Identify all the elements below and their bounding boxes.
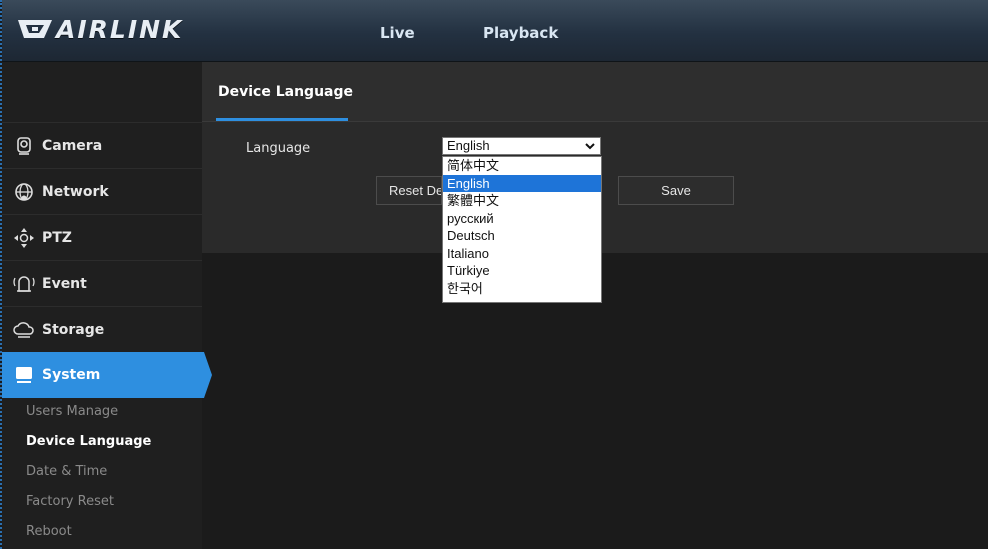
system-monitor-icon [12, 363, 36, 387]
language-option-german[interactable]: Deutsch [443, 227, 601, 245]
sidebar-item-ptz[interactable]: PTZ [2, 214, 202, 260]
language-label: Language [246, 141, 311, 156]
language-option-simplified-chinese[interactable]: 简体中文 [443, 157, 601, 175]
submenu-users-manage[interactable]: Users Manage [26, 404, 118, 419]
save-button[interactable]: Save [618, 176, 734, 205]
language-option-korean[interactable]: 한국어 [443, 280, 601, 298]
sidebar-item-label: Camera [42, 137, 103, 154]
submenu-device-language[interactable]: Device Language [26, 434, 151, 449]
sidebar-item-storage[interactable]: Storage [2, 306, 202, 352]
reset-default-button[interactable]: Reset De [376, 176, 442, 205]
sidebar-item-label: Storage [42, 321, 105, 338]
sidebar-item-label: Network [42, 183, 109, 200]
ptz-direction-icon [12, 226, 36, 250]
network-globe-icon [12, 180, 36, 204]
tab-live[interactable]: Live [380, 24, 415, 42]
page-title: Device Language [218, 84, 353, 100]
chevron-down-icon [585, 143, 595, 150]
sidebar-item-system[interactable]: System [2, 352, 212, 398]
sidebar-item-label: PTZ [42, 229, 72, 246]
language-option-english[interactable]: English [443, 174, 601, 192]
language-option-russian[interactable]: русский [443, 210, 601, 228]
language-select[interactable]: English [442, 137, 601, 155]
app-window: AIRLINK Live Playback Camera Network PTZ [0, 0, 988, 549]
tab-playback[interactable]: Playback [483, 24, 558, 42]
title-underline [216, 118, 348, 121]
language-select-value: English [447, 138, 490, 153]
sidebar: Camera Network PTZ Event Storage System … [2, 62, 212, 549]
language-dropdown-list: 简体中文 English 繁體中文 русский Deutsch Italia… [442, 156, 602, 303]
storage-cloud-icon [12, 318, 36, 342]
submenu-reboot[interactable]: Reboot [26, 524, 72, 539]
save-label: Save [661, 183, 691, 198]
reset-default-label: Reset De [389, 183, 442, 198]
top-header: AIRLINK Live Playback [2, 0, 988, 62]
sidebar-item-camera[interactable]: Camera [2, 122, 202, 168]
content-header: Device Language [202, 62, 988, 122]
sidebar-item-label: System [42, 367, 101, 383]
airlink-logo: AIRLINK [18, 14, 183, 44]
event-alarm-icon [12, 272, 36, 296]
submenu-date-time[interactable]: Date & Time [26, 464, 107, 479]
logo-text: AIRLINK [56, 14, 184, 44]
sidebar-item-label: Event [42, 275, 87, 292]
language-option-traditional-chinese[interactable]: 繁體中文 [443, 192, 601, 210]
airlink-logo-icon [18, 20, 52, 38]
language-option-turkish[interactable]: Türkiye [443, 262, 601, 280]
language-option-italian[interactable]: Italiano [443, 245, 601, 263]
submenu-factory-reset[interactable]: Factory Reset [26, 494, 114, 509]
camera-icon [12, 134, 36, 158]
sidebar-item-event[interactable]: Event [2, 260, 202, 306]
sidebar-item-network[interactable]: Network [2, 168, 202, 214]
